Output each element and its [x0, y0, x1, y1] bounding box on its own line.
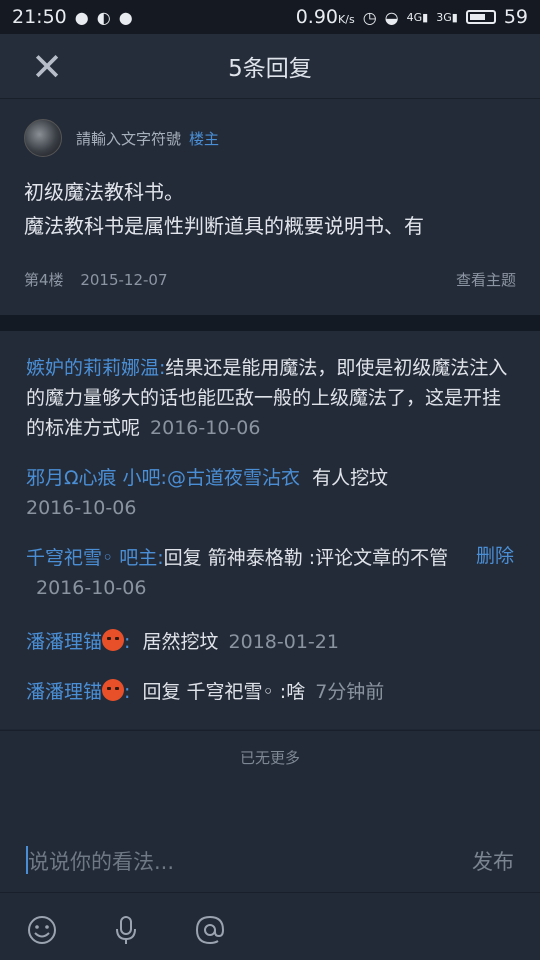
delete-button[interactable]: 删除	[476, 541, 514, 568]
reply-user[interactable]: 邪月Ω心痕 小吧:	[26, 467, 167, 489]
reply-time: 2018-01-21	[228, 631, 339, 653]
status-time: 21:50	[12, 6, 67, 28]
reply-text: 居然挖坟	[142, 631, 219, 653]
battery-level: 59	[503, 6, 528, 28]
signal-4g-icon: 4G▮	[406, 10, 429, 24]
post-author-name[interactable]: 請輸入文字符號	[76, 128, 181, 149]
post-floor: 第4楼	[24, 271, 64, 289]
emoji-icon[interactable]	[24, 912, 60, 948]
post-meta: 第4楼 2015-12-07	[24, 269, 180, 290]
reply-item[interactable]: 嫉妒的莉莉娜温:结果还是能用魔法，即使是初级魔法注入的魔力量够大的话也能匹敌一般…	[26, 353, 514, 443]
no-more-label: 已无更多	[0, 730, 540, 783]
reply-item[interactable]: 千穹祀雪◦ 吧主:回复 箭神泰格勒 :评论文章的不管 2016-10-06	[26, 543, 456, 603]
app-icon: ◐	[96, 7, 111, 27]
at-icon[interactable]	[192, 912, 228, 948]
reply-time: 2016-10-06	[26, 497, 137, 519]
reply-user[interactable]: 嫉妒的莉莉娜温:	[26, 357, 165, 379]
reply-item[interactable]: 邪月Ω心痕 小吧:@古道夜雪沾衣 有人挖坟 2016-10-06	[26, 463, 514, 523]
comment-input[interactable]: 说说你的看法... 发布	[0, 830, 540, 893]
battery-icon	[465, 10, 496, 24]
chat-bubble-icon: ●	[74, 7, 89, 27]
wifi-icon: ◒	[384, 7, 399, 27]
angry-emoji-icon	[102, 629, 125, 651]
reply-user[interactable]: 潘潘理锚	[26, 631, 102, 653]
network-speed: 0.90K/s	[295, 6, 355, 28]
original-post: 請輸入文字符號 楼主 初级魔法教科书。 魔法教科书是属性判断道具的概要说明书、有…	[0, 99, 540, 315]
reply-item[interactable]: 潘潘理锚: 居然挖坟 2018-01-21	[26, 627, 514, 657]
composer-toolbar	[0, 904, 540, 960]
microphone-icon[interactable]	[108, 912, 144, 948]
angry-emoji-icon	[102, 679, 125, 701]
op-badge: 楼主	[189, 129, 220, 148]
reply-separator: :	[124, 681, 131, 703]
reply-text: 回复 箭神泰格勒 :评论文章的不管	[163, 547, 449, 569]
reply-separator: :	[124, 631, 131, 653]
reply-mention[interactable]: @古道夜雪沾衣	[167, 467, 300, 489]
reply-composer: 说说你的看法... 发布	[0, 782, 540, 960]
reply-user[interactable]: 潘潘理锚	[26, 681, 102, 703]
send-button[interactable]: 发布	[472, 846, 514, 876]
reply-text: 回复 千穹祀雪◦ :啥	[142, 681, 306, 703]
alarm-icon: ◷	[362, 7, 377, 27]
avatar[interactable]	[24, 119, 62, 157]
post-line-2: 魔法教科书是属性判断道具的概要说明书、有	[24, 214, 424, 238]
section-divider	[0, 315, 540, 331]
close-icon[interactable]: ✕	[28, 48, 66, 86]
status-bar: 21:50 ● ◐ ● 0.90K/s ◷ ◒ 4G▮ 3G▮ 59	[0, 0, 540, 34]
comment-placeholder: 说说你的看法...	[28, 850, 175, 874]
page-title: 5条回复	[228, 56, 312, 82]
post-author-row: 請輸入文字符號 楼主	[24, 119, 219, 157]
message-icon: ●	[118, 7, 133, 27]
reply-list: 嫉妒的莉莉娜温:结果还是能用魔法，即使是初级魔法注入的魔力量够大的话也能匹敌一般…	[0, 331, 540, 729]
signal-3g-icon: 3G▮	[436, 10, 458, 24]
reply-text: 有人挖坟	[312, 467, 389, 489]
reply-time: 2016-10-06	[36, 577, 147, 599]
reply-item[interactable]: 潘潘理锚: 回复 千穹祀雪◦ :啥 7分钟前	[26, 677, 514, 707]
post-date: 2015-12-07	[80, 271, 168, 289]
post-line-1: 初级魔法教科书。	[24, 180, 184, 204]
view-topic-link[interactable]: 查看主题	[456, 269, 516, 290]
post-content[interactable]: 初级魔法教科书。 魔法教科书是属性判断道具的概要说明书、有	[24, 175, 519, 243]
reply-user[interactable]: 千穹祀雪◦ 吧主:	[26, 547, 164, 569]
reply-time: 7分钟前	[315, 681, 385, 703]
reply-time: 2016-10-06	[150, 417, 261, 439]
header: ✕ 5条回复	[0, 34, 540, 99]
